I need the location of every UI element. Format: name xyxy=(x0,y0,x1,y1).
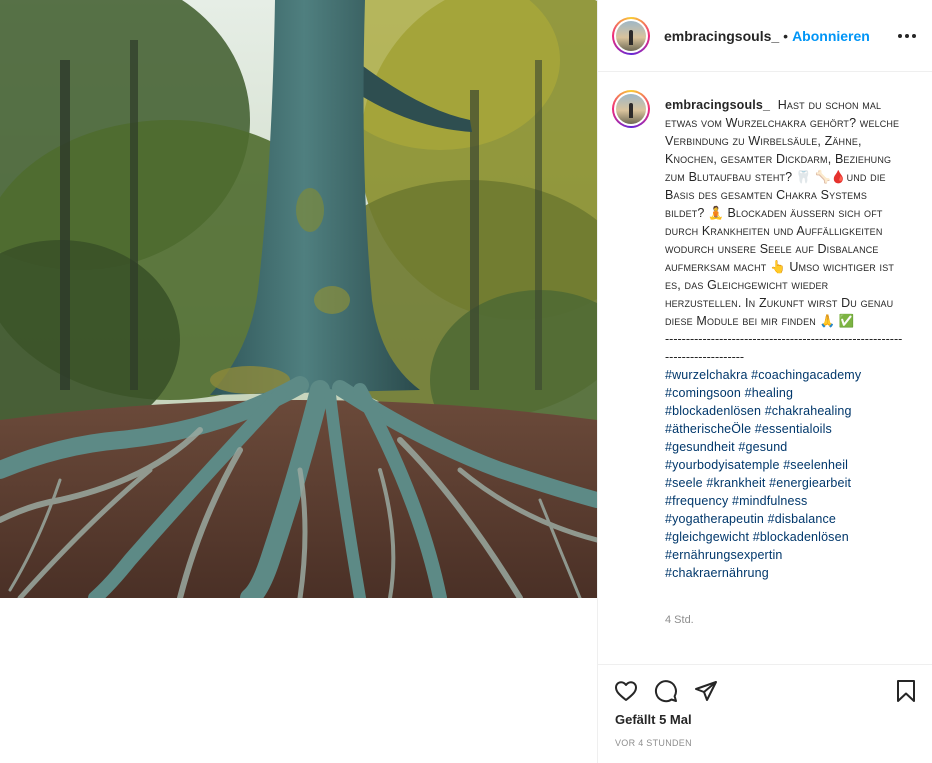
hashtag[interactable]: #gleichgewicht #blockadenlösen xyxy=(665,528,903,546)
caption-username[interactable]: embracingsouls_ xyxy=(665,98,770,112)
hashtag[interactable]: #gesundheit #gesund xyxy=(665,438,903,456)
caption-avatar[interactable] xyxy=(612,90,650,128)
header-separator: • xyxy=(783,27,789,44)
heart-icon[interactable] xyxy=(614,679,638,703)
caption: embracingsouls_ Hast du schon mal etwas … xyxy=(665,96,903,582)
action-bar: Gefällt 5 Mal vor 4 Stunden xyxy=(598,664,932,763)
caption-separator: ----------------------------------------… xyxy=(665,332,903,364)
caption-text: Hast du schon mal etwas vom Wurzelchakra… xyxy=(665,98,900,328)
header-username[interactable]: embracingsouls_ xyxy=(664,28,779,44)
tree-photo xyxy=(0,0,597,598)
avatar-image xyxy=(616,20,646,51)
follow-button[interactable]: Abonnieren xyxy=(792,28,870,44)
hashtag[interactable]: #frequency #mindfulness xyxy=(665,492,903,510)
hashtag[interactable]: #ernährungsexpertin xyxy=(665,546,903,564)
hashtag[interactable]: #yogatherapeutin #disbalance xyxy=(665,510,903,528)
caption-area: embracingsouls_ Hast du schon mal etwas … xyxy=(598,72,932,664)
likes-count[interactable]: Gefällt 5 Mal xyxy=(615,712,692,727)
hashtag[interactable]: #ätherischeÖle #essentialoils xyxy=(665,420,903,438)
post-image[interactable] xyxy=(0,0,597,598)
avatar[interactable] xyxy=(612,16,650,55)
hashtag[interactable]: #chakraernährung xyxy=(665,564,903,582)
comment-icon[interactable] xyxy=(654,679,678,703)
more-horizontal-icon[interactable] xyxy=(897,27,917,45)
post-timestamp: vor 4 Stunden xyxy=(615,738,692,748)
bookmark-icon[interactable] xyxy=(894,679,918,703)
hashtag[interactable]: #wurzelchakra #coachingacademy xyxy=(665,366,903,384)
post-side-panel: embracingsouls_ • Abonnieren embracingso… xyxy=(597,0,932,763)
hashtag-list: #wurzelchakra #coachingacademy #comingso… xyxy=(665,366,903,582)
avatar-image xyxy=(616,94,646,124)
hashtag[interactable]: #comingsoon #healing xyxy=(665,384,903,402)
caption-time: 4 Std. xyxy=(665,614,694,626)
share-icon[interactable] xyxy=(694,679,718,703)
hashtag[interactable]: #yourbodyisatemple #seelenheil xyxy=(665,456,903,474)
hashtag[interactable]: #seele #krankheit #energiearbeit xyxy=(665,474,903,492)
post-header: embracingsouls_ • Abonnieren xyxy=(598,0,932,72)
hashtag[interactable]: #blockadenlösen #chakrahealing xyxy=(665,402,903,420)
